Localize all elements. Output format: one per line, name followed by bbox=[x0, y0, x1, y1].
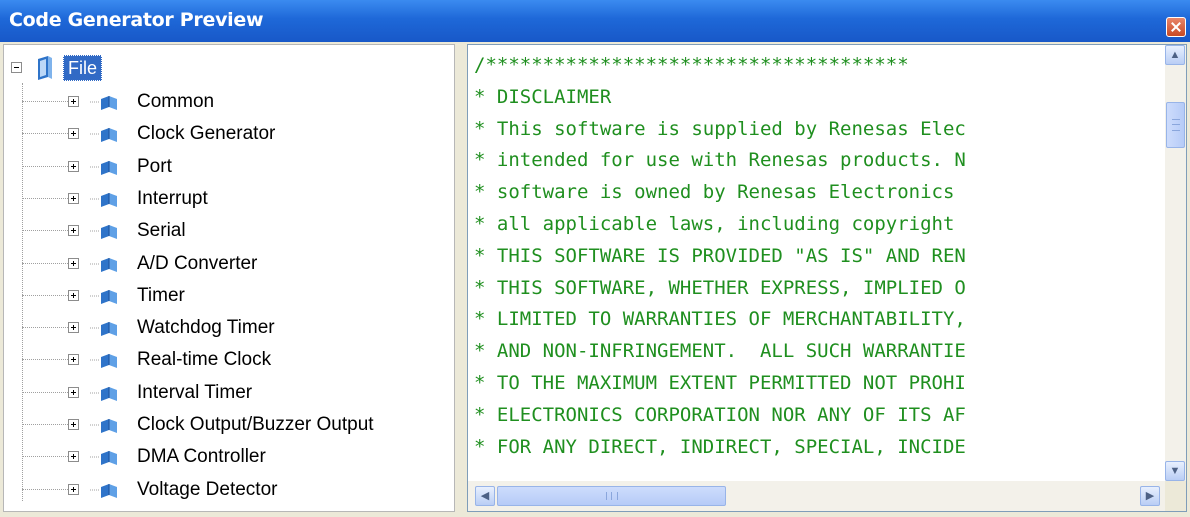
close-icon[interactable] bbox=[1166, 17, 1186, 37]
tree-item-label[interactable]: A/D Converter bbox=[137, 251, 257, 277]
tree-connector bbox=[22, 262, 68, 264]
expand-icon[interactable] bbox=[68, 96, 79, 107]
tree-item-label[interactable]: Common bbox=[137, 89, 214, 115]
expand-icon[interactable] bbox=[68, 483, 79, 495]
book-icon bbox=[90, 192, 117, 207]
code-line: * software is owned by Renesas Electroni… bbox=[474, 181, 955, 204]
tree-connector bbox=[22, 101, 68, 102]
tree-item-label[interactable]: Clock Generator bbox=[137, 121, 275, 147]
code-line: * THIS SOFTWARE, WHETHER EXPRESS, IMPLIE… bbox=[474, 276, 966, 299]
window-title: Code Generator Preview bbox=[9, 9, 264, 31]
tree-item[interactable]: Common bbox=[4, 86, 454, 118]
tree-item-label[interactable]: Voltage Detector bbox=[137, 477, 277, 503]
tree-item[interactable]: Serial bbox=[4, 215, 454, 247]
expand-icon[interactable] bbox=[68, 225, 79, 237]
horizontal-scrollbar[interactable]: ◀ ▶ bbox=[468, 481, 1165, 511]
tree-item[interactable]: Watchdog Timer bbox=[4, 312, 454, 344]
scroll-right-icon[interactable]: ▶ bbox=[1140, 486, 1160, 506]
collapse-icon[interactable] bbox=[11, 62, 22, 73]
tree-item-label[interactable]: Port bbox=[137, 154, 172, 180]
scroll-up-icon[interactable]: ▲ bbox=[1165, 45, 1185, 65]
book-icon bbox=[90, 257, 117, 272]
tree-item-label[interactable]: DMA Controller bbox=[137, 444, 266, 470]
code-line: * AND NON-INFRINGEMENT. ALL SUCH WARRANT… bbox=[474, 340, 966, 363]
tree-item-label[interactable]: Real-time Clock bbox=[137, 347, 271, 373]
code-line: * LIMITED TO WARRANTIES OF MERCHANTABILI… bbox=[474, 308, 966, 331]
book-icon bbox=[90, 354, 117, 369]
book-icon bbox=[90, 96, 117, 110]
horizontal-scroll-thumb[interactable] bbox=[497, 486, 726, 506]
vertical-scrollbar[interactable]: ▲ ▼ bbox=[1165, 45, 1186, 481]
tree-item[interactable]: Voltage Detector bbox=[4, 474, 454, 506]
vertical-scroll-thumb[interactable] bbox=[1166, 102, 1185, 148]
tree-item-label[interactable]: Serial bbox=[137, 218, 186, 244]
tree-item[interactable]: Clock Generator bbox=[4, 118, 454, 150]
code-line: * This software is supplied by Renesas E… bbox=[474, 117, 966, 140]
tree-item-label[interactable]: Clock Output/Buzzer Output bbox=[137, 412, 374, 438]
code-line: * THIS SOFTWARE IS PROVIDED "AS IS" AND … bbox=[474, 244, 966, 267]
code-line: /************************************* bbox=[474, 54, 909, 76]
code-line: * intended for use with Renesas products… bbox=[474, 149, 966, 172]
tree-item[interactable]: A/D Converter bbox=[4, 248, 454, 280]
code-line: * DISCLAIMER bbox=[474, 85, 612, 108]
code-line: * FOR ANY DIRECT, INDIRECT, SPECIAL, INC… bbox=[474, 435, 966, 458]
book-icon bbox=[90, 419, 117, 433]
scroll-left-icon[interactable]: ◀ bbox=[475, 486, 495, 506]
expand-icon[interactable] bbox=[68, 160, 79, 172]
file-tree[interactable]: File Common Clock Generator Port Interrupt S… bbox=[3, 44, 455, 512]
book-icon bbox=[90, 322, 117, 337]
expand-icon[interactable] bbox=[68, 419, 79, 430]
tree-connector bbox=[22, 230, 68, 232]
tree-item[interactable]: Port bbox=[4, 151, 454, 183]
tree-connector bbox=[22, 488, 68, 490]
expand-icon[interactable] bbox=[68, 322, 79, 334]
code-line: * ELECTRONICS CORPORATION NOR ANY OF ITS… bbox=[474, 403, 966, 426]
tree-item[interactable]: Interval Timer bbox=[4, 377, 454, 409]
tree-item[interactable]: Real-time Clock bbox=[4, 344, 454, 376]
tree-item-label[interactable]: Interrupt bbox=[137, 186, 208, 212]
tree-connector bbox=[22, 133, 68, 135]
tree-connector bbox=[22, 359, 68, 361]
expand-icon[interactable] bbox=[68, 451, 79, 463]
book-icon bbox=[90, 225, 117, 240]
book-icon bbox=[38, 56, 52, 80]
tree-item[interactable]: Clock Output/Buzzer Output bbox=[4, 409, 454, 441]
tree-item[interactable]: DMA Controller bbox=[4, 441, 454, 473]
expand-icon[interactable] bbox=[68, 289, 79, 301]
tree-connector bbox=[22, 165, 68, 167]
expand-icon[interactable] bbox=[68, 257, 79, 269]
expand-icon[interactable] bbox=[68, 354, 79, 366]
tree-connector bbox=[22, 456, 68, 458]
title-bar[interactable]: Code Generator Preview bbox=[0, 0, 1190, 42]
tree-connector bbox=[22, 197, 68, 199]
scrollbar-corner bbox=[1165, 481, 1186, 511]
code-line: * all applicable laws, including copyrig… bbox=[474, 212, 955, 235]
code-preview-pane[interactable]: /************************************* * … bbox=[467, 44, 1187, 512]
tree-root-label[interactable]: File bbox=[63, 55, 103, 81]
code-generator-preview-window: Code Generator Preview File Common Clock … bbox=[0, 0, 1190, 517]
pane-splitter[interactable] bbox=[456, 44, 466, 512]
expand-icon[interactable] bbox=[68, 192, 79, 204]
book-icon bbox=[90, 483, 117, 498]
book-icon bbox=[90, 451, 117, 466]
tree-item[interactable]: Timer bbox=[4, 280, 454, 312]
code-text-area[interactable]: /************************************* * … bbox=[468, 50, 1158, 460]
scroll-down-icon[interactable]: ▼ bbox=[1165, 461, 1185, 481]
tree-item-label[interactable]: Interval Timer bbox=[137, 380, 252, 406]
expand-icon[interactable] bbox=[68, 386, 79, 398]
tree-item-label[interactable]: Watchdog Timer bbox=[137, 315, 275, 341]
book-icon bbox=[90, 160, 117, 175]
book-icon bbox=[90, 386, 117, 401]
tree-connector bbox=[22, 391, 68, 393]
tree-item[interactable]: Interrupt bbox=[4, 183, 454, 215]
expand-icon[interactable] bbox=[68, 128, 79, 140]
code-line: * TO THE MAXIMUM EXTENT PERMITTED NOT PR… bbox=[474, 371, 966, 394]
book-icon bbox=[90, 289, 117, 304]
tree-connector bbox=[22, 424, 68, 425]
tree-connector bbox=[22, 294, 68, 296]
tree-connector bbox=[22, 327, 68, 329]
book-icon bbox=[90, 128, 117, 143]
tree-item-label[interactable]: Timer bbox=[137, 283, 185, 309]
